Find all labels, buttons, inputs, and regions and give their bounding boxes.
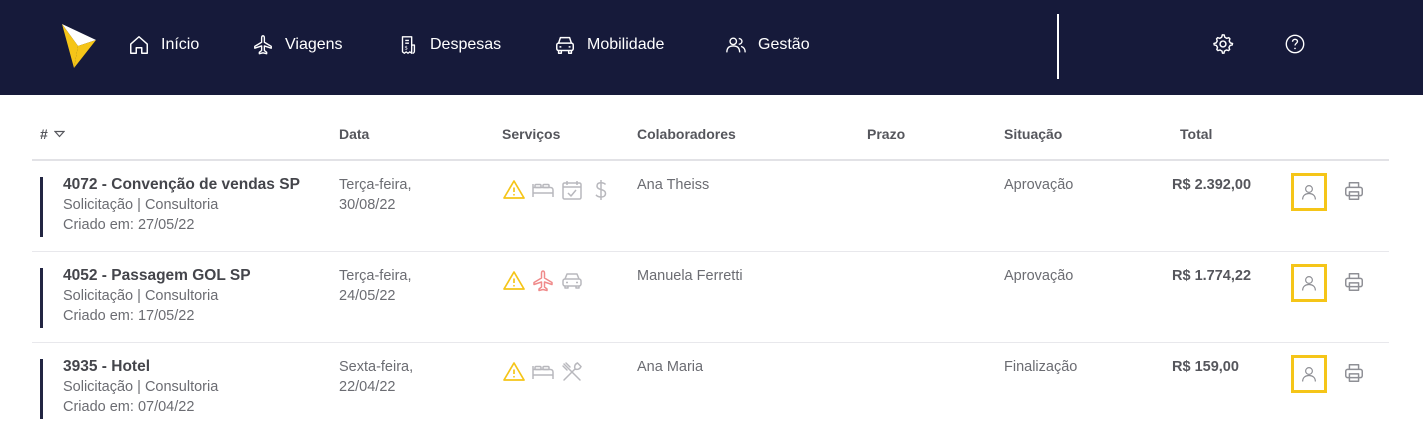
help-icon[interactable] xyxy=(1284,33,1306,55)
request-type: Solicitação | Consultoria xyxy=(63,197,219,213)
nav-viagens[interactable]: Viagens xyxy=(252,30,343,60)
request-type: Solicitação | Consultoria xyxy=(63,288,219,304)
column-header-situacao: Situação xyxy=(1004,126,1062,142)
airplane-icon xyxy=(254,35,272,55)
calendar-check-icon xyxy=(562,181,582,200)
column-header-situacao-label: Situação xyxy=(1004,126,1063,142)
bed-icon xyxy=(532,183,554,197)
dollar-icon xyxy=(595,180,607,200)
column-header-id[interactable]: # xyxy=(40,126,65,142)
assign-user-button[interactable] xyxy=(1291,264,1327,302)
collaborator: Ana Maria xyxy=(637,359,704,375)
user-icon xyxy=(1302,185,1316,200)
services-list xyxy=(502,269,589,293)
assign-user-button[interactable] xyxy=(1291,173,1327,211)
request-weekday: Terça-feira, xyxy=(339,268,412,284)
column-header-total: Total xyxy=(1180,126,1212,142)
column-header-servicos: Serviços xyxy=(502,126,560,142)
row-status-bar xyxy=(40,177,43,237)
table-row[interactable]: 4052 - Passagem GOL SP Solicitação | Con… xyxy=(0,252,1423,342)
row-status-bar xyxy=(40,359,43,419)
printer-icon[interactable] xyxy=(1343,271,1365,293)
receipt-icon: $ xyxy=(401,36,416,54)
bed-icon xyxy=(532,365,554,379)
nav-inicio-label: Início xyxy=(161,36,200,53)
logo-icon[interactable] xyxy=(58,22,98,70)
request-weekday: Terça-feira, xyxy=(339,177,412,193)
top-navigation-bar: Início Viagens $ Despesas Mobilidade Ges… xyxy=(0,0,1423,95)
request-title[interactable]: 4052 - Passagem GOL SP xyxy=(63,266,251,286)
airplane-icon xyxy=(533,270,553,292)
alert-icon xyxy=(503,271,525,290)
printer-icon[interactable] xyxy=(1343,180,1365,202)
column-header-servicos-label: Serviços xyxy=(502,126,561,142)
nav-mobilidade-label: Mobilidade xyxy=(587,36,665,53)
column-header-colaboradores-label: Colaboradores xyxy=(637,126,736,142)
nav-inicio[interactable]: Início xyxy=(128,30,199,60)
status-value: Aprovação xyxy=(1004,177,1074,193)
request-date-value: 24/05/22 xyxy=(339,288,396,304)
table-row[interactable]: 3935 - Hotel Solicitação | Consultoria C… xyxy=(0,343,1423,433)
column-header-total-label: Total xyxy=(1180,126,1213,142)
request-title[interactable]: 3935 - Hotel xyxy=(63,357,218,377)
request-date-value: 22/04/22 xyxy=(339,379,396,395)
column-header-data: Data xyxy=(339,126,369,142)
assign-user-button[interactable] xyxy=(1291,355,1327,393)
total-value: R$ 2.392,00 xyxy=(1172,177,1252,193)
utensils-icon xyxy=(562,362,582,381)
gear-icon[interactable] xyxy=(1212,33,1234,55)
svg-text:$: $ xyxy=(404,46,408,52)
table-row[interactable]: 4072 - Convenção de vendas SP Solicitaçã… xyxy=(0,161,1423,251)
nav-divider xyxy=(1057,14,1059,79)
nav-mobilidade[interactable]: Mobilidade xyxy=(554,30,664,60)
row-status-bar xyxy=(40,268,43,328)
request-date-value: 30/08/22 xyxy=(339,197,396,213)
request-info: 3935 - Hotel Solicitação | Consultoria C… xyxy=(63,357,218,417)
total-value: R$ 1.774,22 xyxy=(1172,268,1252,284)
request-date: Sexta-feira, 22/04/22 xyxy=(339,357,413,397)
car-icon xyxy=(556,36,574,54)
alert-icon xyxy=(503,362,525,381)
request-info: 4052 - Passagem GOL SP Solicitação | Con… xyxy=(63,266,251,326)
user-icon xyxy=(1302,367,1316,382)
users-icon xyxy=(726,37,746,53)
sort-down-icon[interactable] xyxy=(53,130,65,138)
home-icon xyxy=(130,36,148,54)
services-list xyxy=(502,360,589,384)
printer-icon[interactable] xyxy=(1343,362,1365,384)
request-created: Criado em: 27/05/22 xyxy=(63,217,195,233)
services-list xyxy=(502,178,618,202)
column-header-prazo: Prazo xyxy=(867,126,905,142)
nav-viagens-label: Viagens xyxy=(285,36,343,53)
request-weekday: Sexta-feira, xyxy=(339,359,414,375)
nav-gestao[interactable]: Gestão xyxy=(725,30,810,60)
column-header-colaboradores: Colaboradores xyxy=(637,126,736,142)
request-created: Criado em: 07/04/22 xyxy=(63,399,195,415)
request-date: Terça-feira, 30/08/22 xyxy=(339,175,412,215)
total-value: R$ 159,00 xyxy=(1172,359,1239,375)
nav-despesas[interactable]: $ Despesas xyxy=(397,30,501,60)
column-header-id-label: # xyxy=(40,126,48,142)
alert-icon xyxy=(503,180,525,199)
request-created: Criado em: 17/05/22 xyxy=(63,308,195,324)
column-header-prazo-label: Prazo xyxy=(867,126,906,142)
user-icon xyxy=(1302,276,1316,291)
request-title[interactable]: 4072 - Convenção de vendas SP xyxy=(63,175,300,195)
column-header-data-label: Data xyxy=(339,126,370,142)
status-value: Aprovação xyxy=(1004,268,1074,284)
status-value: Finalização xyxy=(1004,359,1078,375)
nav-gestao-label: Gestão xyxy=(758,36,810,53)
request-type: Solicitação | Consultoria xyxy=(63,379,219,395)
request-info: 4072 - Convenção de vendas SP Solicitaçã… xyxy=(63,175,300,235)
nav-despesas-label: Despesas xyxy=(430,36,502,53)
collaborator: Manuela Ferretti xyxy=(637,268,743,284)
collaborator: Ana Theiss xyxy=(637,177,710,193)
car-icon xyxy=(562,273,582,289)
request-date: Terça-feira, 24/05/22 xyxy=(339,266,412,306)
